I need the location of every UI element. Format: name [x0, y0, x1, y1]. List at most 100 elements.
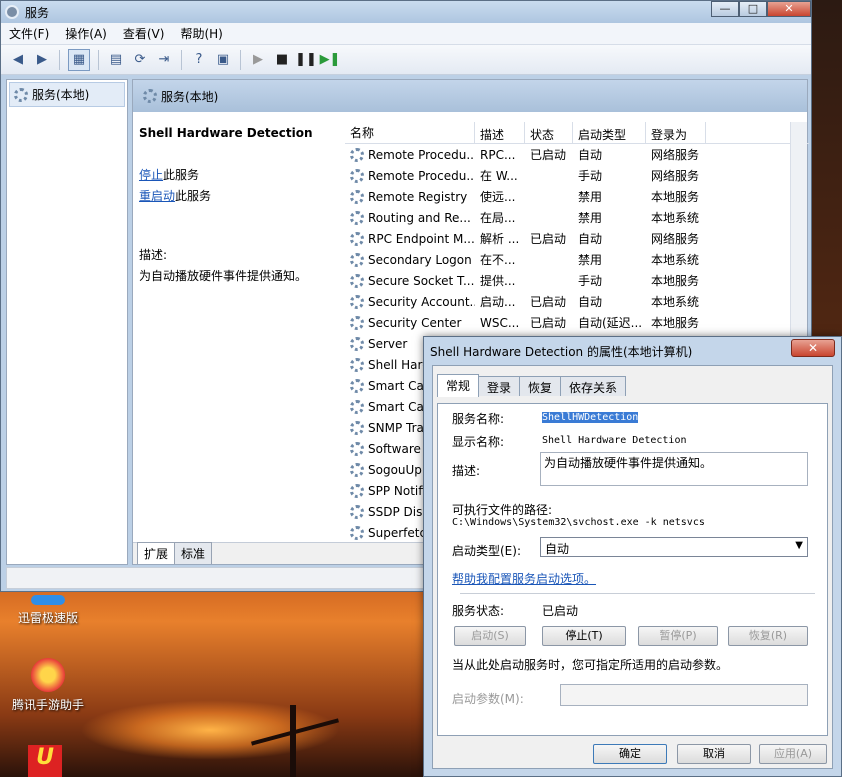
apply-button[interactable]: 应用(A) [759, 744, 827, 764]
menu-action[interactable]: 操作(A) [65, 25, 107, 42]
desktop-icon-tencent-game[interactable]: 腾讯手游助手 [8, 658, 88, 713]
table-cell-text: 在 W... [480, 169, 518, 183]
tab-general[interactable]: 常规 [437, 374, 480, 397]
table-cell: Remote Procedu... [345, 147, 475, 162]
app-u-icon[interactable]: U [28, 745, 62, 777]
tab-standard[interactable]: 标准 [174, 542, 213, 564]
column-header-description[interactable]: 描述 [475, 122, 525, 143]
maximize-button[interactable]: □ [739, 1, 767, 17]
content-header-title: 服务(本地) [161, 89, 219, 104]
table-cell: 启动... [475, 293, 525, 310]
table-cell-text: SogouUp [368, 462, 422, 477]
table-row[interactable]: Security Account... 启动... 已启动 自动 本地系统 [345, 291, 809, 312]
table-cell-text: Security Center [368, 315, 462, 330]
table-cell: 手动 [573, 167, 646, 184]
table-cell-text: Shell Hard [368, 357, 430, 372]
table-cell-text: Remote Registry [368, 189, 468, 204]
table-row[interactable]: Remote Registry 使远... 禁用 本地服务 [345, 186, 809, 207]
menu-view[interactable]: 查看(V) [123, 25, 165, 42]
ok-button[interactable]: 确定 [593, 744, 667, 764]
menu-help[interactable]: 帮助(H) [180, 25, 222, 42]
menu-file[interactable]: 文件(F) [9, 25, 49, 42]
stop-service-icon[interactable]: ■ [273, 51, 291, 69]
pause-service-icon[interactable]: ❚❚ [295, 51, 317, 69]
properties-icon[interactable]: ▤ [107, 51, 125, 69]
table-cell-text: 本地服务 [651, 190, 700, 204]
tree-item-label: 服务(本地) [32, 88, 90, 102]
restart-service-link[interactable]: 重启动 [139, 189, 175, 203]
table-cell-text: 手动 [578, 274, 603, 288]
back-icon[interactable]: ◀ [9, 51, 27, 69]
forward-icon[interactable]: ▶ [33, 51, 51, 69]
dialog-body: 常规 登录 恢复 依存关系 服务名称: ShellHWDetection 显示名… [432, 365, 833, 769]
table-cell: Remote Procedu... [345, 168, 475, 183]
tab-extended[interactable]: 扩展 [137, 542, 176, 564]
table-cell: Security Center [345, 315, 475, 330]
desktop-icon-xunlei[interactable]: 迅雷极速版 [8, 595, 88, 626]
table-cell-text: 禁用 [578, 253, 603, 267]
tree-item-services-local[interactable]: 服务(本地) [9, 82, 125, 107]
service-status-value: 已启动 [542, 604, 579, 618]
pause-button[interactable]: 暂停(P) [638, 626, 718, 646]
table-cell: 本地服务 [646, 272, 706, 289]
restart-service-icon[interactable]: ▶❚ [320, 51, 341, 69]
table-cell-text: 自动 [578, 295, 603, 309]
table-row[interactable]: Remote Procedu... RPC... 已启动 自动 网络服务 [345, 144, 809, 165]
table-cell: 已启动 [525, 230, 573, 247]
gear-icon [350, 231, 364, 246]
table-row[interactable]: Secondary Logon 在不... 禁用 本地系统 [345, 249, 809, 270]
description-field[interactable]: 为自动播放硬件事件提供通知。 [540, 452, 808, 486]
refresh-icon[interactable]: ⟳ [131, 51, 149, 69]
description-field-text: 为自动播放硬件事件提供通知。 [544, 456, 713, 470]
table-cell-text: 在局... [480, 211, 516, 225]
help-icon[interactable]: ? [190, 51, 208, 69]
cancel-button[interactable]: 取消 [677, 744, 751, 764]
table-cell: 已启动 [525, 146, 573, 163]
show-hide-tree-icon[interactable]: ▦ [68, 48, 90, 71]
start-params-input[interactable] [560, 684, 808, 706]
table-row[interactable]: Routing and Re... 在局... 禁用 本地系统 [345, 207, 809, 228]
tab-dependencies[interactable]: 依存关系 [560, 376, 627, 396]
list-header: 名称 描述 状态 启动类型 登录为 [345, 122, 809, 144]
column-header-log-on-as[interactable]: 登录为 [646, 122, 706, 143]
table-cell-text: 自动 [578, 148, 603, 162]
close-button[interactable]: ✕ [767, 1, 811, 17]
toolbar-separator [181, 49, 182, 70]
service-name-value[interactable]: ShellHWDetection [542, 412, 639, 423]
tab-logon[interactable]: 登录 [478, 376, 521, 396]
table-cell: Security Account... [345, 294, 475, 309]
stop-service-link[interactable]: 停止 [139, 168, 163, 182]
table-row[interactable]: Remote Procedu... 在 W... 手动 网络服务 [345, 165, 809, 186]
gear-icon [350, 168, 364, 183]
table-cell: 自动(延迟... [573, 314, 646, 331]
table-cell-text: 禁用 [578, 190, 603, 204]
table-row[interactable]: RPC Endpoint M... 解析 ... 已启动 自动 网络服务 [345, 228, 809, 249]
minimize-button[interactable]: — [711, 1, 739, 17]
stop-button[interactable]: 停止(T) [542, 626, 626, 646]
table-cell-text: SNMP Tra [368, 420, 424, 435]
table-cell: 自动 [573, 146, 646, 163]
column-header-startup-type[interactable]: 启动类型 [573, 122, 646, 143]
table-cell: 手动 [573, 272, 646, 289]
tab-recovery[interactable]: 恢复 [519, 376, 562, 396]
table-row[interactable]: Security Center WSC... 已启动 自动(延迟... 本地服务 [345, 312, 809, 333]
display-name-value[interactable]: Shell Hardware Detection [542, 435, 687, 446]
startup-type-select[interactable]: 自动 ▼ [540, 537, 808, 557]
export-list-icon[interactable]: ⇥ [155, 51, 173, 69]
table-cell-text: 使远... [480, 190, 516, 204]
column-header-status[interactable]: 状态 [525, 122, 573, 143]
table-cell-text: 手动 [578, 169, 603, 183]
table-row[interactable]: Secure Socket T... 提供... 手动 本地服务 [345, 270, 809, 291]
dialog-close-button[interactable]: ✕ [791, 339, 835, 357]
table-cell-text: 本地服务 [651, 274, 700, 288]
column-header-name[interactable]: 名称 [345, 122, 475, 143]
table-cell-text: 启动... [480, 295, 516, 309]
console-icon[interactable]: ▣ [214, 51, 232, 69]
help-configure-link[interactable]: 帮助我配置服务启动选项。 [452, 570, 596, 587]
gear-icon [143, 89, 157, 103]
start-button[interactable]: 启动(S) [454, 626, 526, 646]
start-service-icon[interactable]: ▶ [249, 51, 267, 69]
resume-button[interactable]: 恢复(R) [728, 626, 808, 646]
window-title: 服务 [25, 5, 50, 20]
gear-icon [350, 147, 364, 162]
